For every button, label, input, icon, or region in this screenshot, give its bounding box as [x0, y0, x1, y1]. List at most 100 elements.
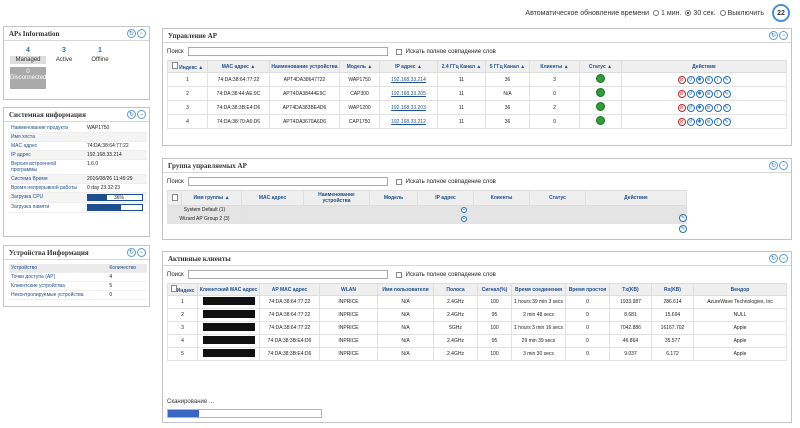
- search-input[interactable]: [187, 47, 388, 56]
- device-count: 5: [107, 281, 147, 291]
- column-header[interactable]: Время простоя: [565, 283, 610, 296]
- refresh-icon[interactable]: ↻: [769, 254, 778, 263]
- column-header[interactable]: 5 ГГц Канал ▲: [485, 60, 530, 73]
- client-user: N/A: [377, 295, 434, 309]
- full-match-checkbox[interactable]: [395, 48, 402, 55]
- column-header[interactable]: Наименование устройства: [269, 60, 340, 73]
- group-row[interactable]: Wizard AP Group 2 (3) +: [167, 214, 687, 224]
- wifi-icon[interactable]: ≋: [704, 89, 713, 98]
- column-header[interactable]: Имя пользователя: [377, 283, 434, 296]
- group-name[interactable]: System Default (1): [167, 205, 242, 215]
- disable-icon[interactable]: ⊘: [677, 75, 686, 84]
- collapse-icon[interactable]: −: [137, 248, 146, 257]
- ap-ip-link[interactable]: 192.168.33.212: [391, 119, 426, 125]
- column-header[interactable]: MAC адрес ▲: [207, 60, 270, 73]
- edit-group-icon[interactable]: ✎: [679, 214, 687, 222]
- client-signal: 100: [477, 295, 512, 309]
- info-icon[interactable]: i: [713, 103, 722, 112]
- refresh-icon[interactable]: ↻: [769, 161, 778, 170]
- column-header[interactable]: Индекс: [167, 283, 198, 296]
- column-header[interactable]: Полоса: [433, 283, 478, 296]
- radio-icon[interactable]: [653, 10, 660, 16]
- reboot-icon[interactable]: ↺: [686, 89, 695, 98]
- refresh-icon[interactable]: ↻: [127, 110, 136, 119]
- column-header[interactable]: Модель ▲: [339, 60, 380, 73]
- edit-icon[interactable]: ✎: [722, 89, 731, 98]
- column-header[interactable]: Имя группы ▲: [181, 190, 242, 206]
- column-header[interactable]: Сигнал(%): [477, 283, 512, 296]
- column-header[interactable]: AP MAC адрес: [259, 283, 320, 296]
- radio-icon[interactable]: [719, 10, 726, 16]
- group-name[interactable]: Wizard AP Group 2 (3): [167, 214, 242, 224]
- column-header[interactable]: IP адрес ▲: [379, 60, 438, 73]
- edit-icon[interactable]: ✎: [722, 117, 731, 126]
- refresh-icon[interactable]: ↻: [127, 248, 136, 257]
- client-tx: 8.681: [609, 308, 652, 322]
- active-count: 3: [62, 47, 66, 54]
- column-header[interactable]: Tx(KB): [609, 283, 652, 296]
- table-row: 4 74:DA:38:70:A6:D6 APT4DA3670A6D6 CAP17…: [167, 114, 787, 129]
- blink-icon[interactable]: ✱: [695, 89, 704, 98]
- collapse-icon[interactable]: −: [137, 110, 146, 119]
- column-header[interactable]: Статус ▲: [579, 60, 622, 73]
- refresh-option-1min[interactable]: 1 мин.: [653, 10, 681, 17]
- client-conn-time: 1 hours 3 min 16 secs: [511, 321, 566, 335]
- wifi-icon[interactable]: ≋: [704, 103, 713, 112]
- column-header[interactable]: Вендор: [693, 283, 787, 296]
- collapse-icon[interactable]: −: [779, 254, 788, 263]
- column-header[interactable]: WLAN: [319, 283, 378, 296]
- search-input[interactable]: [187, 177, 388, 186]
- client-vendor: AzureWave Technologies, Inc: [693, 295, 787, 309]
- reboot-icon[interactable]: ↺: [686, 75, 695, 84]
- column-header[interactable]: Время соединения: [511, 283, 566, 296]
- column-header[interactable]: 2.4 ГГц Канал ▲: [437, 60, 486, 73]
- ap-ip-link[interactable]: 192.168.33.214: [391, 77, 426, 83]
- edit-group-icon[interactable]: ✎: [679, 225, 687, 233]
- reboot-icon[interactable]: ↺: [686, 103, 695, 112]
- radio-selected-icon[interactable]: [685, 10, 692, 16]
- expand-icon[interactable]: +: [461, 216, 467, 222]
- full-match-checkbox[interactable]: [395, 178, 402, 185]
- active-stat[interactable]: 3 Active: [46, 47, 82, 64]
- disable-icon[interactable]: ⊘: [677, 103, 686, 112]
- column-header[interactable]: Клиенты ▲: [529, 60, 580, 73]
- refresh-option-30sec[interactable]: 30 сек.: [685, 10, 716, 17]
- panel-title: Управление AP: [168, 31, 217, 40]
- wifi-icon[interactable]: ≋: [704, 117, 713, 126]
- column-header[interactable]: Клиентский MAC адрес: [197, 283, 260, 296]
- group-row[interactable]: System Default (1) +: [167, 205, 687, 215]
- blink-icon[interactable]: ✱: [695, 75, 704, 84]
- refresh-icon[interactable]: ↻: [127, 29, 136, 38]
- collapse-icon[interactable]: −: [779, 161, 788, 170]
- info-icon[interactable]: i: [713, 89, 722, 98]
- wifi-icon[interactable]: ≋: [704, 75, 713, 84]
- info-icon[interactable]: i: [713, 117, 722, 126]
- edit-icon[interactable]: ✎: [722, 75, 731, 84]
- disable-icon[interactable]: ⊘: [677, 117, 686, 126]
- ap-ip-link[interactable]: 192.168.33.203: [391, 105, 426, 111]
- blink-icon[interactable]: ✱: [695, 117, 704, 126]
- collapse-icon[interactable]: −: [137, 29, 146, 38]
- offline-stat[interactable]: 1 Offline: [82, 47, 118, 64]
- panel-title: Активные клиенты: [168, 254, 231, 263]
- refresh-icon[interactable]: ↻: [769, 31, 778, 40]
- expand-icon[interactable]: +: [461, 207, 467, 213]
- collapse-icon[interactable]: −: [779, 31, 788, 40]
- edit-icon[interactable]: ✎: [722, 103, 731, 112]
- column-header[interactable]: Rx(KB): [651, 283, 694, 296]
- ap-channel-5: 36: [485, 72, 530, 87]
- info-icon[interactable]: i: [713, 75, 722, 84]
- full-match-checkbox[interactable]: [395, 271, 402, 278]
- managed-stat[interactable]: 4 Managed: [10, 47, 46, 64]
- table-row: 1 74:DA:38:64:77:22 APT4DA38647722 WAP17…: [167, 72, 787, 87]
- disable-icon[interactable]: ⊘: [677, 89, 686, 98]
- column-header[interactable]: Индекс ▲: [167, 60, 208, 73]
- search-input[interactable]: [187, 270, 388, 279]
- blink-icon[interactable]: ✱: [695, 103, 704, 112]
- column-header: MAC адрес: [241, 190, 304, 206]
- ap-ip-link[interactable]: 192.168.33.205: [391, 91, 426, 97]
- refresh-option-off[interactable]: Выключить: [719, 10, 764, 17]
- reboot-icon[interactable]: ↺: [686, 117, 695, 126]
- disconnected-stat[interactable]: 0 Disconnected: [10, 67, 46, 89]
- search-bar: Поиск Искать полное совпадение слов: [163, 266, 791, 283]
